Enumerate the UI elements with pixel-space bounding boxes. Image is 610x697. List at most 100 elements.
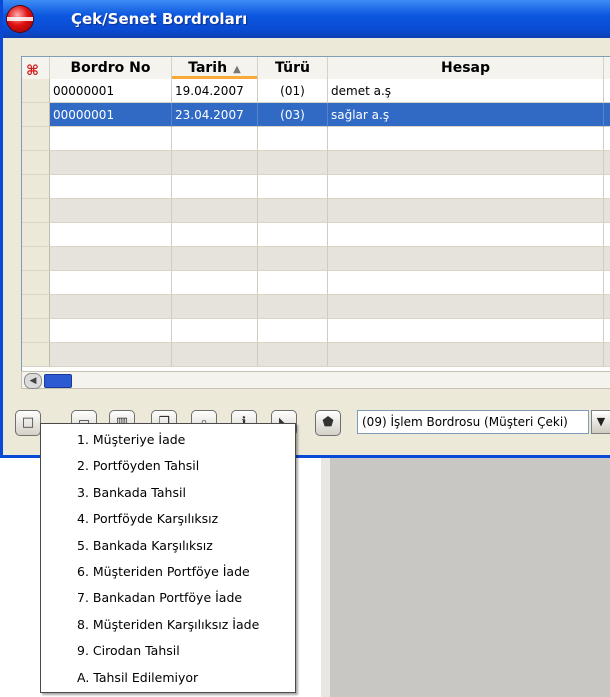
new-button[interactable]: □ (15, 410, 41, 436)
row-indicator[interactable] (22, 79, 50, 103)
cell-filler[interactable] (604, 247, 610, 271)
filter-button[interactable]: ⬟ (315, 410, 341, 436)
empty-row[interactable] (22, 247, 610, 271)
table-row[interactable]: 00000001 23.04.2007 (03) sağlar a.ş (22, 103, 610, 127)
cell-hesap[interactable] (328, 199, 604, 223)
grid-corner[interactable]: ⌘ (22, 57, 50, 79)
cell-filler[interactable] (604, 295, 610, 319)
app-icon[interactable] (7, 6, 33, 32)
cell-hesap[interactable] (328, 247, 604, 271)
scroll-left-icon[interactable]: ◀ (24, 373, 42, 389)
empty-row[interactable] (22, 271, 610, 295)
row-indicator[interactable] (22, 247, 50, 271)
row-indicator[interactable] (22, 295, 50, 319)
cell-tarih[interactable]: 19.04.2007 (172, 79, 258, 103)
column-header-turu[interactable]: Türü (258, 57, 328, 79)
menu-item[interactable]: 8. Müşteriden Karşılıksız İade (41, 612, 295, 638)
menu-item[interactable]: 2. Portföyden Tahsil (41, 453, 295, 479)
cell-turu[interactable] (258, 295, 328, 319)
cell-filler[interactable] (604, 199, 610, 223)
cell-turu[interactable] (258, 319, 328, 343)
cell-tarih[interactable] (172, 247, 258, 271)
cell-filler[interactable] (604, 271, 610, 295)
column-header-hesap[interactable]: Hesap (328, 57, 604, 79)
cell-bordro-no[interactable] (50, 151, 172, 175)
empty-row[interactable] (22, 199, 610, 223)
horizontal-scrollbar[interactable]: ◀ (21, 371, 610, 389)
cell-tarih[interactable] (172, 295, 258, 319)
menu-item[interactable]: 4. Portföyde Karşılıksız (41, 506, 295, 532)
cell-turu[interactable] (258, 223, 328, 247)
cell-turu[interactable] (258, 247, 328, 271)
menu-item[interactable]: 1. Müşteriye İade (41, 427, 295, 453)
empty-row[interactable] (22, 319, 610, 343)
column-header-tarih[interactable]: Tarih ▲ (172, 57, 258, 79)
cell-hesap[interactable] (328, 223, 604, 247)
cell-hesap[interactable]: demet a.ş (328, 79, 604, 103)
row-indicator[interactable] (22, 127, 50, 151)
cell-tarih[interactable] (172, 343, 258, 367)
row-indicator[interactable] (22, 343, 50, 367)
column-header-bordro-no[interactable]: Bordro No (50, 57, 172, 79)
empty-row[interactable] (22, 151, 610, 175)
cell-bordro-no[interactable] (50, 271, 172, 295)
cell-hesap[interactable] (328, 343, 604, 367)
cell-filler[interactable] (604, 175, 610, 199)
cell-turu[interactable]: (01) (258, 79, 328, 103)
cell-tarih[interactable] (172, 127, 258, 151)
menu-item[interactable]: 5. Bankada Karşılıksız (41, 533, 295, 559)
cell-bordro-no[interactable]: 00000001 (50, 79, 172, 103)
menu-item[interactable]: 9. Cirodan Tahsil (41, 638, 295, 664)
cell-hesap[interactable]: sağlar a.ş (328, 103, 604, 127)
cell-tarih[interactable] (172, 319, 258, 343)
cell-tarih[interactable] (172, 271, 258, 295)
cell-tarih[interactable] (172, 151, 258, 175)
cell-bordro-no[interactable] (50, 199, 172, 223)
cell-hesap[interactable] (328, 151, 604, 175)
cell-bordro-no[interactable] (50, 295, 172, 319)
cell-hesap[interactable] (328, 319, 604, 343)
menu-item[interactable]: 6. Müşteriden Portföye İade (41, 559, 295, 585)
row-indicator[interactable] (22, 175, 50, 199)
cell-tarih[interactable] (172, 223, 258, 247)
cell-tarih[interactable]: 23.04.2007 (172, 103, 258, 127)
menu-item[interactable]: 7. Bankadan Portföye İade (41, 585, 295, 611)
bordro-type-select[interactable]: (09) İşlem Bordrosu (Müşteri Çeki) (357, 410, 589, 434)
cell-filler[interactable] (604, 151, 610, 175)
cell-bordro-no[interactable] (50, 343, 172, 367)
empty-row[interactable] (22, 127, 610, 151)
cell-bordro-no[interactable] (50, 127, 172, 151)
empty-row[interactable] (22, 175, 610, 199)
menu-item[interactable]: A. Tahsil Edilemiyor (41, 665, 295, 691)
title-bar[interactable]: Çek/Senet Bordroları (3, 0, 610, 38)
table-row[interactable]: 00000001 19.04.2007 (01) demet a.ş (22, 79, 610, 103)
cell-turu[interactable] (258, 127, 328, 151)
row-indicator[interactable] (22, 223, 50, 247)
cell-bordro-no[interactable] (50, 223, 172, 247)
cell-tarih[interactable] (172, 199, 258, 223)
cell-hesap[interactable] (328, 295, 604, 319)
cell-turu[interactable] (258, 175, 328, 199)
row-indicator[interactable] (22, 271, 50, 295)
cell-filler[interactable] (604, 103, 610, 127)
cell-bordro-no[interactable]: 00000001 (50, 103, 172, 127)
bordro-grid[interactable]: ⌘ Bordro No Tarih ▲ Türü Hesap 00000001 19… (21, 56, 610, 372)
cell-turu[interactable] (258, 199, 328, 223)
row-indicator[interactable] (22, 199, 50, 223)
cell-filler[interactable] (604, 79, 610, 103)
cell-turu[interactable]: (03) (258, 103, 328, 127)
empty-row[interactable] (22, 223, 610, 247)
cell-bordro-no[interactable] (50, 175, 172, 199)
cell-turu[interactable] (258, 271, 328, 295)
menu-item[interactable]: 3. Bankada Tahsil (41, 480, 295, 506)
cell-hesap[interactable] (328, 127, 604, 151)
cell-hesap[interactable] (328, 271, 604, 295)
row-indicator[interactable] (22, 151, 50, 175)
scroll-thumb[interactable] (44, 374, 72, 388)
cell-filler[interactable] (604, 343, 610, 367)
empty-row[interactable] (22, 343, 610, 367)
cell-filler[interactable] (604, 319, 610, 343)
cell-tarih[interactable] (172, 175, 258, 199)
cell-filler[interactable] (604, 223, 610, 247)
cell-hesap[interactable] (328, 175, 604, 199)
